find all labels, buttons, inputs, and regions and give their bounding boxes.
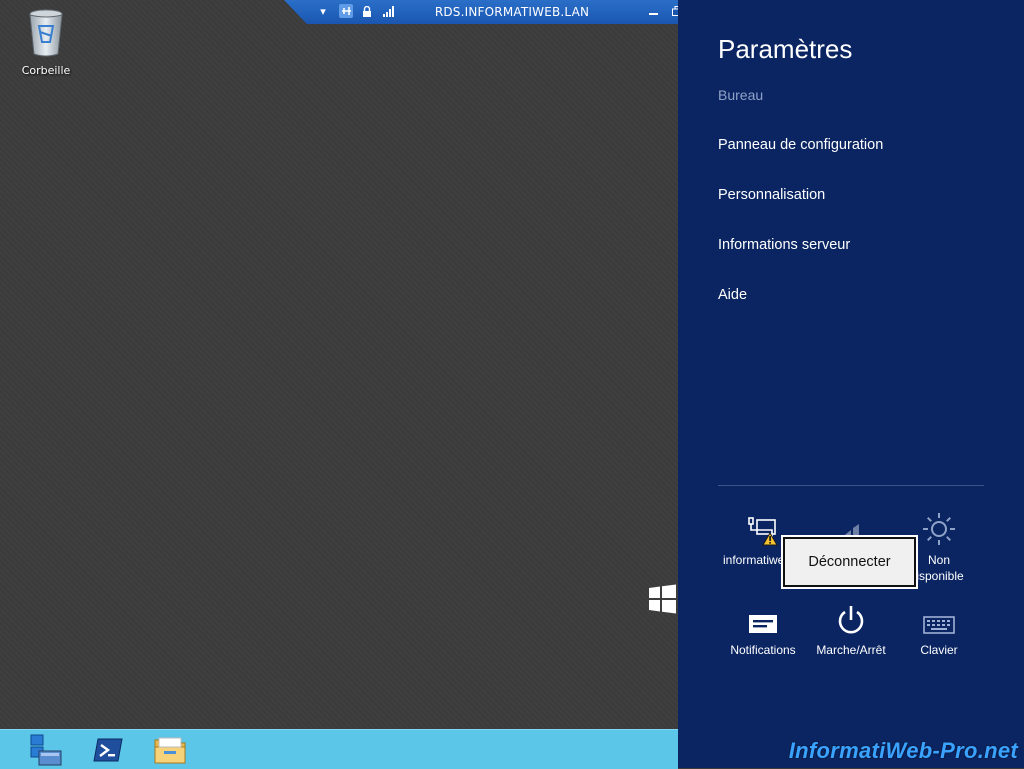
network-warning-icon bbox=[748, 517, 778, 546]
taskbar-server-manager[interactable] bbox=[16, 730, 76, 769]
powershell-icon bbox=[93, 738, 123, 761]
server-manager-icon bbox=[30, 734, 62, 765]
tile-keyboard-label: Clavier bbox=[920, 643, 958, 657]
desktop: Corbeille bbox=[0, 0, 678, 729]
tile-power[interactable]: Marche/Arrêt bbox=[806, 602, 896, 658]
tile-keyboard[interactable]: Clavier bbox=[894, 602, 984, 658]
minimize-icon[interactable] bbox=[646, 4, 660, 18]
menu-item-control-panel[interactable]: Panneau de configuration bbox=[718, 137, 883, 153]
menu-item-help[interactable]: Aide bbox=[718, 287, 747, 303]
recycle-bin-icon bbox=[29, 9, 63, 57]
brightness-icon bbox=[923, 513, 955, 545]
windows-logo-icon[interactable] bbox=[647, 584, 678, 614]
recycle-bin[interactable]: Corbeille bbox=[14, 6, 78, 77]
notifications-icon bbox=[749, 615, 777, 633]
recycle-bin-label: Corbeille bbox=[21, 64, 71, 77]
keyboard-icon bbox=[923, 616, 955, 634]
tile-power-label: Marche/Arrêt bbox=[816, 643, 886, 657]
settings-charm-panel: Paramètres Bureau Panneau de configurati… bbox=[678, 0, 1024, 768]
settings-heading: Paramètres bbox=[718, 34, 853, 64]
settings-context: Bureau bbox=[718, 87, 764, 103]
taskbar-file-explorer[interactable] bbox=[140, 730, 200, 769]
tile-notifications[interactable]: Notifications bbox=[718, 602, 808, 658]
file-explorer-icon bbox=[154, 737, 186, 763]
taskbar bbox=[0, 729, 678, 769]
tile-notifications-label: Notifications bbox=[730, 643, 796, 657]
disconnect-menu-item[interactable]: Déconnecter bbox=[783, 537, 916, 587]
divider bbox=[718, 485, 984, 486]
remote-desktop-connection-bar: ▾ RDS.INFORMATIWEB.LAN bbox=[284, 0, 740, 24]
watermark-text: InformatiWeb-Pro.net bbox=[788, 738, 1018, 763]
menu-item-server-info[interactable]: Informations serveur bbox=[718, 237, 850, 253]
power-icon bbox=[838, 606, 864, 634]
watermark-logo: InformatiWeb-Pro.net bbox=[789, 738, 1018, 764]
menu-item-personalization[interactable]: Personnalisation bbox=[718, 187, 825, 203]
taskbar-powershell[interactable] bbox=[78, 730, 138, 769]
